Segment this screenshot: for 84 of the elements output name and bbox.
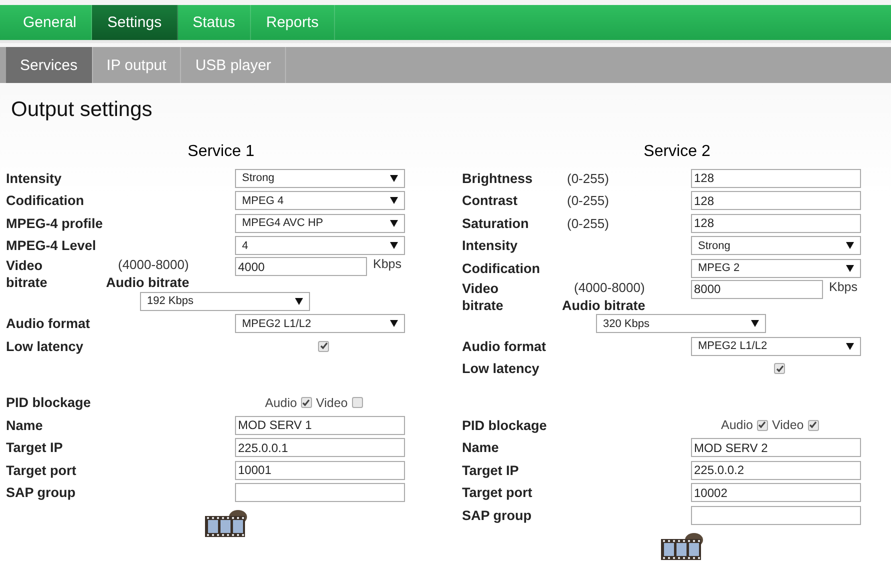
field-label: Name (6, 418, 44, 433)
film-strip-icon[interactable] (204, 508, 248, 538)
checkbox[interactable] (774, 363, 785, 374)
unit-label: Kbps (829, 280, 858, 294)
field-label: Brightness (462, 170, 534, 186)
input-field[interactable]: 128 (691, 168, 861, 188)
range-hint: (0-255) (567, 193, 610, 208)
range-hint: (4000-8000) (118, 257, 190, 272)
input-field[interactable]: MOD SERV 1 (235, 416, 405, 435)
range-hint: (0-255) (567, 216, 610, 231)
field-label: Target port (462, 485, 534, 500)
field-label: Video bitrate (462, 280, 504, 314)
field-label: SAP group (462, 508, 533, 523)
dropdown[interactable]: Strong (691, 236, 861, 256)
caret-icon (390, 197, 398, 204)
unit-label: Kbps (373, 257, 402, 271)
field-label: Codification (462, 260, 541, 276)
field-label: MPEG-4 Level (6, 238, 98, 254)
input-field[interactable]: 10002 (691, 483, 861, 502)
dropdown[interactable]: 320 Kbps (596, 314, 766, 334)
input-field[interactable] (235, 483, 405, 502)
field-label: Name (462, 440, 500, 456)
section-title: Service 2 (642, 143, 712, 161)
field-label: Intensity (6, 170, 63, 186)
dropdown[interactable]: MPEG 4 (235, 191, 405, 210)
field-label: Low latency (462, 361, 540, 376)
field-label: Low latency (6, 338, 84, 354)
caret-icon (390, 174, 398, 182)
input-field[interactable]: 8000 (691, 280, 823, 298)
input-field[interactable]: 4000 (235, 257, 367, 276)
input-field[interactable]: MOD SERV 2 (691, 438, 861, 458)
field-label: Audio bitrate (562, 298, 646, 312)
checkbox[interactable] (808, 420, 819, 431)
film-strip-icon[interactable] (660, 530, 704, 560)
dropdown[interactable]: 4 (235, 236, 405, 256)
checkbox[interactable] (318, 340, 329, 352)
field-label: Target IP (6, 440, 64, 456)
dropdown[interactable]: 192 Kbps (140, 292, 310, 311)
dropdown[interactable]: MPEG4 AVC HP (235, 214, 405, 233)
field-label: Target port (6, 462, 78, 478)
caret-icon (390, 242, 398, 250)
field-label: Target IP (462, 462, 520, 478)
range-hint: (4000-8000) (574, 280, 646, 294)
field-label: Intensity (462, 238, 519, 254)
checkbox[interactable] (352, 397, 363, 408)
sub-tab[interactable]: Services (6, 47, 93, 83)
input-field[interactable]: 225.0.0.2 (691, 460, 861, 480)
caret-icon (846, 242, 854, 250)
caret-icon (390, 320, 398, 328)
input-field[interactable] (691, 506, 861, 525)
field-label: Audio format (462, 338, 547, 354)
checkbox[interactable] (756, 420, 768, 431)
caret-icon (295, 298, 303, 305)
field-label: Audio bitrate (106, 275, 190, 290)
section-title: Service 1 (186, 143, 256, 161)
input-field[interactable]: 10001 (235, 460, 405, 480)
input-field[interactable]: 128 (691, 214, 861, 233)
field-label: MPEG-4 profile (6, 216, 104, 231)
field-label: Video bitrate (6, 257, 48, 291)
dropdown[interactable]: Strong (235, 168, 405, 188)
field-label: PID blockage (462, 418, 548, 433)
caret-icon (846, 264, 854, 272)
dropdown[interactable]: MPEG2 L1/L2 (235, 314, 405, 334)
field-label: Audio format (6, 316, 91, 332)
field-label: SAP group (6, 485, 77, 500)
page-title: Output settings (10, 97, 154, 123)
checkbox-label: Audio (721, 418, 753, 432)
checkbox-label: Audio (265, 396, 297, 410)
caret-icon (751, 320, 759, 328)
field-label: Saturation (462, 216, 530, 231)
caret-icon (390, 220, 398, 227)
input-field[interactable]: 128 (691, 191, 861, 210)
field-label: PID blockage (6, 395, 92, 410)
input-field[interactable]: 225.0.0.1 (235, 438, 405, 458)
dropdown[interactable]: MPEG2 L1/L2 (691, 336, 861, 356)
dropdown[interactable]: MPEG 2 (691, 258, 861, 278)
nav-tab[interactable]: Settings (92, 5, 178, 40)
checkbox-label: Video (772, 418, 804, 432)
checkbox-label: Video (316, 396, 348, 410)
range-hint: (0-255) (567, 170, 610, 186)
checkbox[interactable] (300, 397, 312, 408)
caret-icon (846, 342, 854, 350)
field-label: Contrast (462, 193, 519, 208)
field-label: Codification (6, 193, 85, 208)
